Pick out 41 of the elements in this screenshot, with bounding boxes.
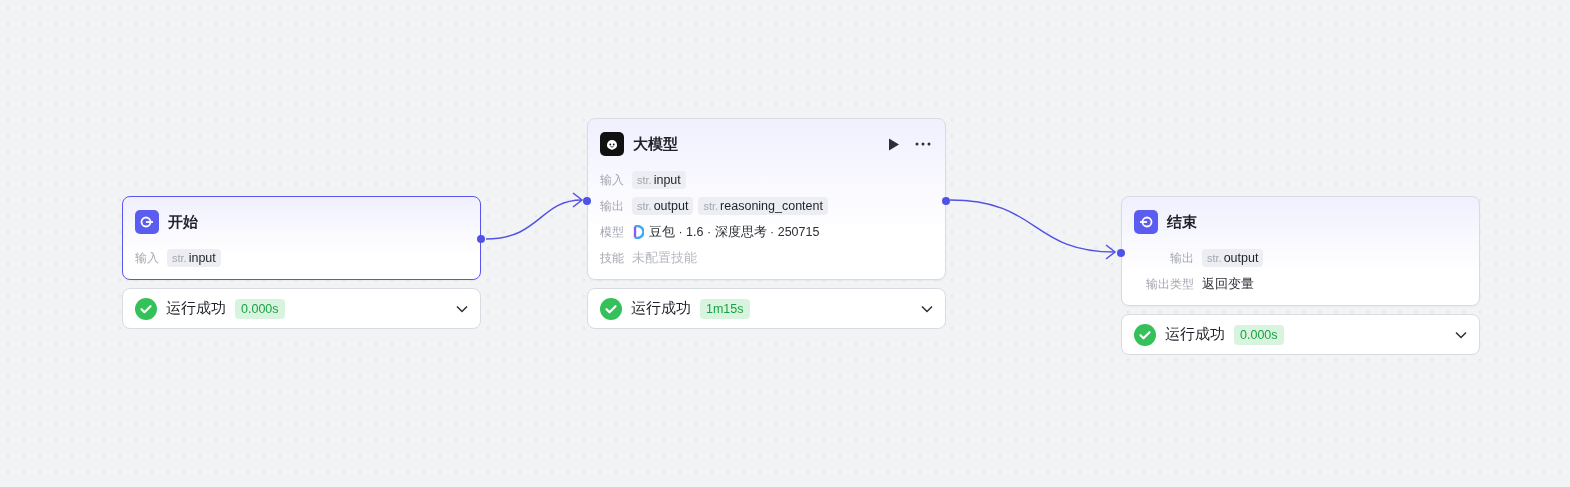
run-status-bar[interactable]: 运行成功 1m15s — [587, 288, 946, 329]
node-title: 开始 — [168, 212, 199, 232]
variable-tag: str. input — [167, 249, 221, 267]
variable-tag: str. output — [1202, 249, 1264, 267]
field-label: 技能 — [600, 249, 624, 267]
model-name: 豆包 · 1.6 · 深度思考 · 250715 — [649, 224, 820, 241]
success-check-icon — [135, 297, 157, 320]
variable-tag: str. output — [632, 197, 694, 215]
node-title: 结束 — [1167, 212, 1198, 232]
chevron-down-icon[interactable] — [1455, 330, 1467, 339]
duration-tag: 0.000s — [235, 298, 285, 319]
field-label: 输入 — [135, 249, 159, 267]
connection-handle[interactable] — [1117, 249, 1125, 257]
node-title: 大模型 — [633, 134, 679, 154]
status-text: 运行成功 — [631, 299, 691, 318]
variable-tag: str. input — [632, 171, 686, 189]
chevron-down-icon[interactable] — [921, 304, 933, 313]
run-status-bar[interactable]: 运行成功 0.000s — [1121, 314, 1480, 355]
success-check-icon — [1134, 323, 1156, 346]
connection-handle[interactable] — [942, 197, 950, 205]
duration-tag: 0.000s — [1234, 324, 1284, 345]
field-label: 输出 — [600, 197, 624, 215]
run-status-bar[interactable]: 运行成功 0.000s — [122, 288, 481, 329]
field-value: 返回变量 — [1202, 276, 1255, 293]
field-label: 输出类型 — [1145, 275, 1194, 293]
start-icon — [135, 210, 159, 234]
chevron-down-icon[interactable] — [456, 304, 468, 313]
connection-handle[interactable] — [477, 235, 485, 243]
field-label: 输出 — [1169, 249, 1194, 267]
model-logo-icon — [632, 225, 644, 239]
status-text: 运行成功 — [1165, 325, 1225, 344]
field-label: 模型 — [600, 223, 624, 241]
duration-tag: 1m15s — [700, 298, 750, 319]
field-label: 输入 — [600, 171, 624, 189]
status-text: 运行成功 — [166, 299, 226, 318]
end-icon — [1134, 210, 1158, 234]
success-check-icon — [600, 297, 622, 320]
empty-hint: 未配置技能 — [632, 250, 698, 267]
connection-handle[interactable] — [583, 197, 591, 205]
ghost-icon — [600, 132, 624, 156]
variable-tag: str. reasoning_content — [698, 197, 828, 215]
